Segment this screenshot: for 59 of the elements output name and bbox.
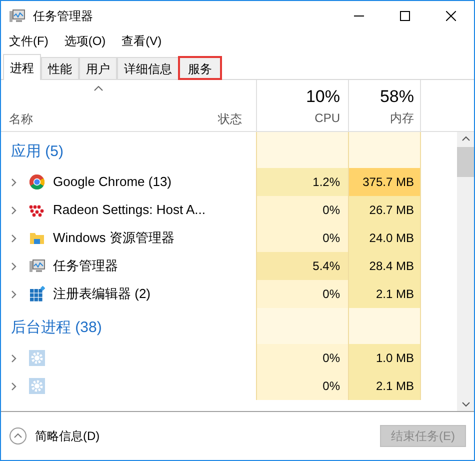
gear-icon [29, 378, 45, 394]
grid-icon [29, 286, 45, 302]
tab[interactable]: 用户 [79, 57, 117, 79]
cpu-cell: 5.4% [256, 252, 348, 280]
memory-cell: 2.1 MB [348, 280, 421, 308]
column-header[interactable]: 名称 [9, 110, 208, 128]
scroll-down-icon[interactable] [462, 402, 470, 407]
memory-cell: 26.7 MB [348, 196, 421, 224]
process-name: 注册表编辑器 (2) [53, 285, 150, 304]
process-name: Radeon Settings: Host A... [53, 201, 206, 220]
process-name: Windows 资源管理器 [53, 229, 174, 248]
memory-cell: 24.0 MB [348, 224, 421, 252]
menu-item[interactable]: 文件(F) [9, 32, 48, 50]
scroll-up-icon[interactable] [462, 136, 470, 141]
cpu-cell: 1.2% [256, 168, 348, 196]
expand-icon[interactable] [11, 262, 17, 270]
cpu-cell: 0% [256, 196, 348, 224]
column-header[interactable]: 内存 [390, 109, 414, 128]
scrollbar[interactable] [457, 132, 474, 411]
group-header: 应用 (5) [11, 142, 64, 162]
fewer-details-button[interactable]: 简略信息(D) [9, 427, 100, 445]
scrollbar-thumb[interactable] [457, 147, 474, 177]
process-name: Google Chrome (13) [53, 173, 172, 192]
expand-icon[interactable] [11, 354, 17, 362]
expand-icon[interactable] [11, 234, 17, 242]
collapse-icon [9, 427, 27, 445]
expand-icon[interactable] [11, 206, 17, 214]
close-icon [446, 11, 456, 21]
folder-icon [29, 230, 45, 246]
menu-item[interactable]: 查看(V) [122, 32, 162, 50]
window-title: 任务管理器 [33, 8, 93, 25]
monitor-icon [29, 258, 45, 274]
cpu-cell: 0% [256, 344, 348, 372]
tab[interactable]: 进程 [3, 54, 41, 80]
memory-cell: 2.1 MB [348, 372, 421, 400]
expand-icon[interactable] [11, 178, 17, 186]
sort-caret-icon [94, 86, 103, 91]
tab[interactable]: 性能 [41, 57, 79, 79]
memory-cell: 28.4 MB [348, 252, 421, 280]
expand-icon[interactable] [11, 382, 17, 390]
gear-icon [29, 350, 45, 366]
monitor-icon [9, 8, 25, 24]
memory-total: 58% [380, 86, 414, 108]
column-header[interactable]: 状态 [218, 110, 242, 128]
tab[interactable]: 服务 [179, 57, 221, 79]
memory-cell: 375.7 MB [348, 168, 421, 196]
process-name: 任务管理器 [53, 257, 118, 276]
maximize-icon [400, 11, 410, 21]
expand-icon[interactable] [11, 290, 17, 298]
cpu-cell: 0% [256, 280, 348, 308]
cpu-total: 10% [306, 86, 340, 108]
menu-item[interactable]: 选项(O) [64, 32, 106, 50]
chrome-icon [29, 174, 45, 190]
group-header: 后台进程 (38) [11, 318, 102, 338]
tab[interactable]: 详细信息 [117, 57, 179, 79]
cpu-cell: 0% [256, 224, 348, 252]
column-header[interactable]: CPU [314, 109, 340, 128]
cpu-cell: 0% [256, 372, 348, 400]
memory-cell: 1.0 MB [348, 344, 421, 372]
